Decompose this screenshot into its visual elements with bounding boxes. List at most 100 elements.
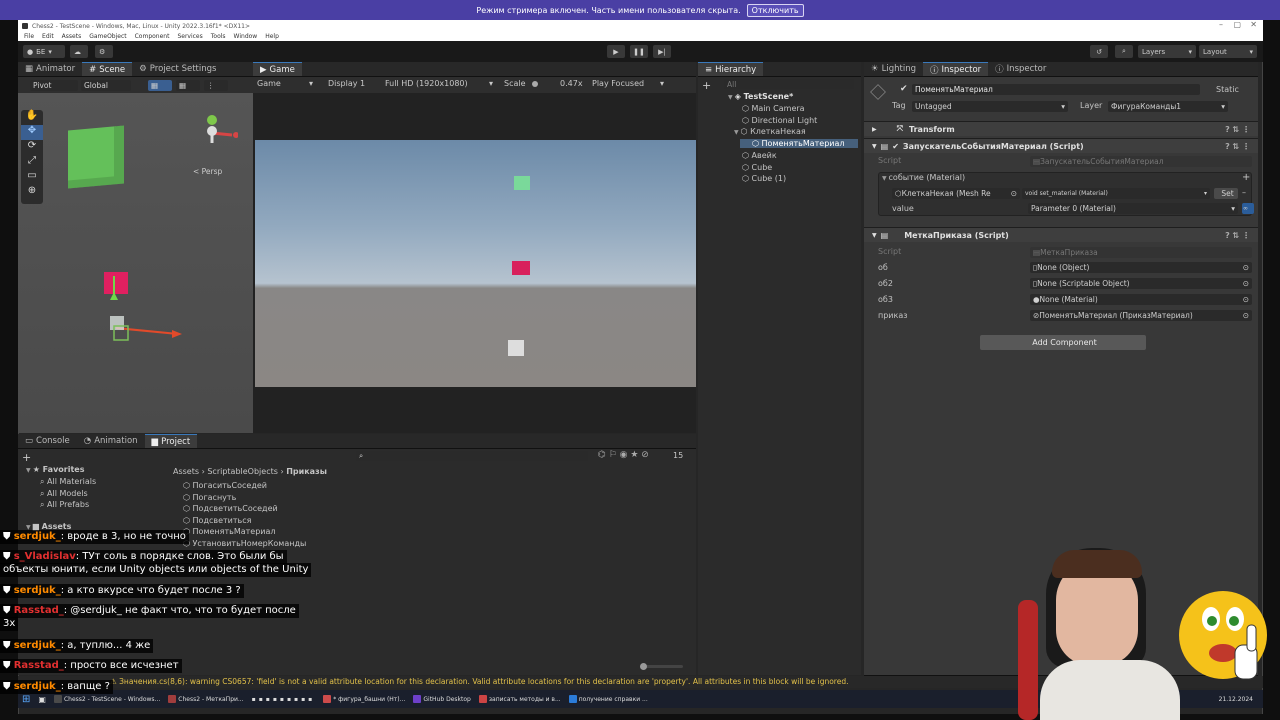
pivot-dropdown[interactable]: Pivot (30, 80, 78, 91)
icon-size-slider[interactable] (640, 663, 683, 670)
field-ob[interactable]: ▯ None (Object) ⊙ (1030, 262, 1252, 273)
menu-file[interactable]: File (24, 33, 34, 40)
event-target-field[interactable]: ⬡ КлеткаНекая (Mesh Re ⊙ (892, 188, 1020, 199)
tab-animator[interactable]: ▦ Animator (18, 62, 82, 76)
hierarchy-search[interactable]: All (724, 79, 854, 89)
create-asset-icon[interactable]: + (22, 451, 31, 464)
tab-game[interactable]: ▶ Game (253, 62, 302, 76)
hierarchy-item-kletka[interactable]: ▼ ⬡ КлеткаНекая (734, 127, 806, 136)
active-checkbox[interactable]: ✔ (900, 84, 908, 94)
account-dropdown[interactable]: ● БЕ ▾ (23, 45, 65, 58)
taskbar-item[interactable]: получение справки ... (568, 695, 648, 703)
object-picker-icon[interactable]: ⊙ (1243, 263, 1252, 272)
minimize-icon[interactable]: – (1219, 20, 1223, 29)
transform-header[interactable]: ▶ ⤧ Transform ? ⇅ ⋮ (864, 121, 1258, 136)
game-mode-dropdown[interactable]: Game (257, 79, 281, 88)
maximize-icon[interactable]: ▢ (1233, 20, 1241, 29)
menu-gameobject[interactable]: GameObject (89, 33, 126, 40)
tab-hierarchy[interactable]: ≡ Hierarchy (698, 62, 764, 76)
tab-scene[interactable]: # Scene (82, 62, 133, 76)
breadcrumb-prikazy[interactable]: Приказы (286, 467, 327, 476)
tab-inspector[interactable]: ⓘ Inspector (922, 62, 989, 76)
favorite-all-materials[interactable]: ⌕ All Materials (40, 477, 96, 487)
step-button[interactable]: ▶| (653, 45, 671, 58)
breadcrumb-assets[interactable]: Assets (173, 467, 199, 476)
hand-tool-icon[interactable]: ✋ (21, 110, 43, 125)
menu-window[interactable]: Window (234, 33, 258, 40)
layer-dropdown[interactable]: ФигураКоманды1 ▾ (1108, 101, 1228, 112)
add-object-icon[interactable]: + (702, 79, 711, 92)
asset-item[interactable]: ⬡ ПодсветитьСоседей (183, 504, 278, 513)
static-checkbox[interactable]: Static (1216, 85, 1239, 94)
remove-listener-icon[interactable]: – (1242, 188, 1246, 197)
field-ob2[interactable]: ▯ None (Scriptable Object) ⊙ (1030, 278, 1252, 289)
object-picker-icon[interactable]: ⊙ (1243, 311, 1252, 320)
filter-icons[interactable]: ⌬ ⚐ ◉ ★ ⊘ (598, 450, 649, 460)
tab-lighting[interactable]: ☀ Lighting (864, 62, 923, 76)
tab-project[interactable]: ▆ Project (144, 434, 198, 448)
play-button[interactable]: ▶ (607, 45, 625, 58)
taskbar-item[interactable]: GitHub Desktop (413, 695, 471, 703)
move-tool-icon[interactable]: ✥ (21, 125, 43, 140)
green-cube[interactable] (68, 125, 124, 189)
history-button[interactable]: ↺ (1090, 45, 1108, 58)
object-picker-icon[interactable]: ⊙ (1243, 279, 1252, 288)
object-picker-icon[interactable]: ⊙ (1011, 189, 1020, 198)
favorite-all-models[interactable]: ⌕ All Models (40, 489, 88, 499)
component-menu-icon[interactable]: ? ⇅ ⋮ (1225, 231, 1250, 240)
hierarchy-item-testscene[interactable]: ▼ ◈ TestScene* (728, 92, 793, 101)
menu-tools[interactable]: Tools (211, 33, 226, 40)
rotate-tool-icon[interactable]: ⟳ (21, 140, 43, 155)
cloud-button[interactable]: ☁ (70, 45, 88, 58)
hierarchy-item-main-camera[interactable]: ⬡ Main Camera (742, 104, 805, 113)
object-picker-icon[interactable]: ⊙ (1243, 295, 1252, 304)
tab-project-settings[interactable]: ⚙ Project Settings (132, 62, 223, 76)
set-button[interactable]: Set (1214, 188, 1238, 199)
tag-dropdown[interactable]: Untagged ▾ (912, 101, 1068, 112)
field-ob3[interactable]: ● None (Material) ⊙ (1030, 294, 1252, 305)
scene-gizmo[interactable] (198, 103, 238, 153)
taskbar-item[interactable]: * фигура_башни (Нт)... (323, 695, 405, 703)
menu-help[interactable]: Help (265, 33, 279, 40)
layout-dropdown[interactable]: Layout ▾ (1199, 45, 1257, 58)
display-dropdown[interactable]: Display 1 (328, 79, 365, 88)
hierarchy-item-selected[interactable]: ⬡ ПоменятьМатериал (740, 139, 858, 148)
global-dropdown[interactable]: Global (81, 80, 131, 91)
component-enabled-checkbox[interactable]: ✔ (892, 142, 899, 151)
hierarchy-item-directional-light[interactable]: ⬡ Directional Light (742, 116, 817, 125)
transform-tool-icon[interactable]: ⊕ (21, 185, 43, 200)
asset-item[interactable]: ⬡ Подсветиться (183, 516, 251, 525)
menu-services[interactable]: Services (177, 33, 202, 40)
object-name-field[interactable]: ПоменятьМатериал (912, 84, 1200, 95)
pause-button[interactable]: ❚❚ (630, 45, 648, 58)
component1-header[interactable]: ▼ ▤ ✔ ЗапускательСобытияМатериал (Script… (864, 138, 1258, 153)
add-component-button[interactable]: Add Component (980, 335, 1146, 350)
hierarchy-item-awake[interactable]: ⬡ Авейк (742, 151, 777, 160)
hierarchy-item-cube-1[interactable]: ⬡ Cube (1) (742, 174, 786, 183)
play-focused-dropdown[interactable]: Play Focused (592, 79, 644, 88)
link-icon[interactable]: ∞ (1242, 203, 1254, 214)
search-button[interactable]: ⌕ (1115, 45, 1133, 58)
collab-button[interactable]: ⚙ (95, 45, 113, 58)
tab-inspector-2[interactable]: ⓘ Inspector (988, 62, 1053, 76)
snap-increment-button[interactable]: ⋮ (204, 80, 228, 91)
tab-animation[interactable]: ◔ Animation (77, 434, 145, 448)
event-method-dropdown[interactable]: void set_material (Material) ▾ (1022, 188, 1210, 199)
scene-view[interactable]: ✋ ✥ ⟳ ⤢ ▭ ⊕ < Persp (18, 93, 253, 433)
project-search[interactable]: ⌕ (356, 451, 588, 461)
resolution-dropdown[interactable]: Full HD (1920x1080) (385, 79, 468, 88)
field-prikaz[interactable]: ⊘ ПоменятьМатериал (ПриказМатериал) ⊙ (1030, 310, 1252, 321)
component2-header[interactable]: ▼ ▤ МеткаПриказа (Script) ? ⇅ ⋮ (864, 227, 1258, 242)
favorite-all-prefabs[interactable]: ⌕ All Prefabs (40, 500, 89, 510)
asset-item[interactable]: ⬡ ПогаситьСоседей (183, 481, 267, 490)
layers-dropdown[interactable]: Layers ▾ (1138, 45, 1196, 58)
hierarchy-item-cube[interactable]: ⬡ Cube (742, 163, 772, 172)
grid-toggle-button[interactable]: ▦ (176, 80, 200, 91)
menu-edit[interactable]: Edit (42, 33, 54, 40)
rect-tool-icon[interactable]: ▭ (21, 170, 43, 185)
perspective-label[interactable]: < Persp (193, 167, 222, 176)
menu-component[interactable]: Component (135, 33, 170, 40)
tab-console[interactable]: ▭ Console (18, 434, 77, 448)
favorites-header[interactable]: ▼ ★ Favorites (26, 465, 84, 474)
scale-tool-icon[interactable]: ⤢ (21, 155, 43, 170)
